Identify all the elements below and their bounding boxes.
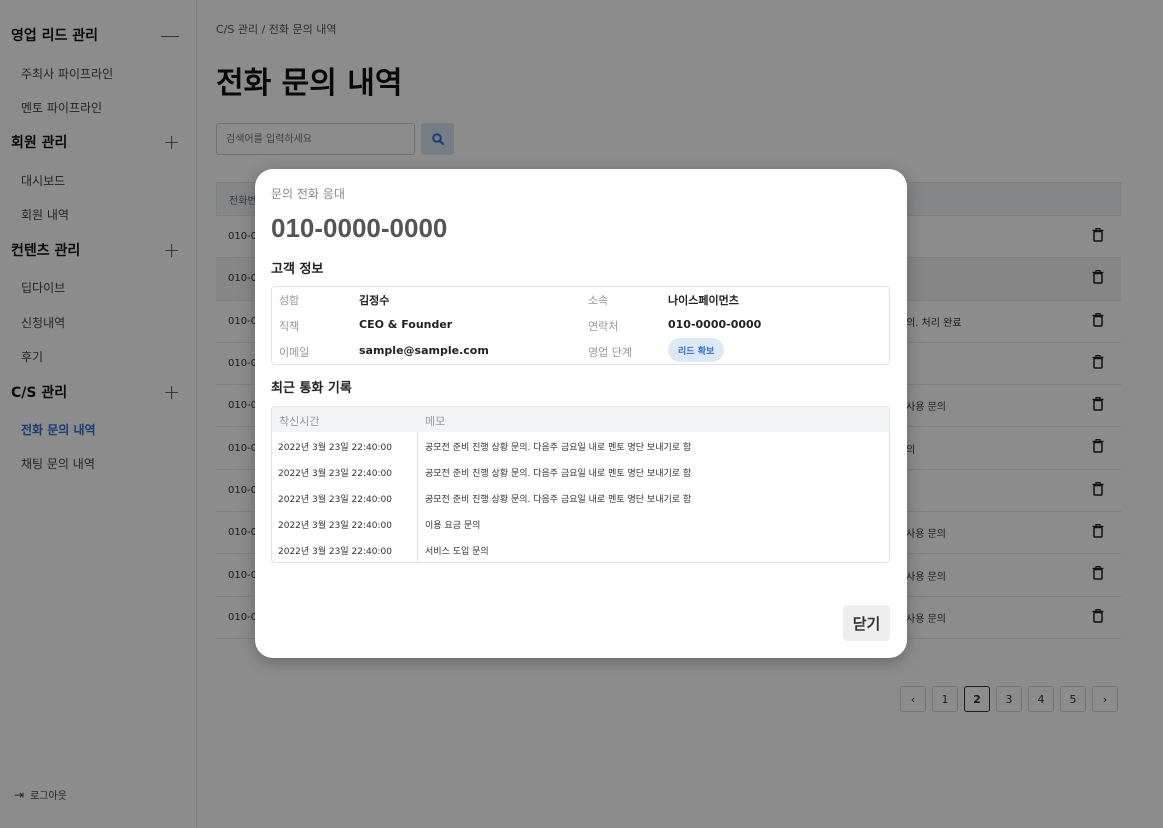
customer-info-heading: 고객 정보 <box>271 262 324 277</box>
call-time: 2022년 3월 23일 22:40:00 <box>278 547 392 557</box>
recent-calls-table: 착신시간 메모 2022년 3월 23일 22:40:00 공모전 준비 진행 상… <box>271 406 890 563</box>
position-label: 직책 <box>279 320 300 333</box>
call-memo: 공모전 준비 진행 상황 문의. 다음주 금요일 내로 멘토 명단 보내기로 함 <box>425 443 692 453</box>
call-memo: 이용 요금 문의 <box>425 521 481 531</box>
close-button[interactable]: 닫기 <box>843 605 890 641</box>
stage-label: 영업 단계 <box>588 346 632 359</box>
call-memo: 공모전 준비 진행 상황 문의. 다음주 금요일 내로 멘토 명단 보내기로 함 <box>425 495 692 505</box>
call-row: 2022년 3월 23일 22:40:00 공모전 준비 진행 상황 문의. 다음… <box>272 432 889 458</box>
contact-label: 연락처 <box>588 320 619 333</box>
email-value: sample@sample.com <box>359 344 489 357</box>
email-label: 이메일 <box>279 346 310 359</box>
call-memo: 공모전 준비 진행 상황 문의. 다음주 금요일 내로 멘토 명단 보내기로 함 <box>425 469 692 479</box>
name-value: 김정수 <box>359 294 390 307</box>
modal-subtitle: 문의 전화 응대 <box>271 187 345 201</box>
call-row: 2022년 3월 23일 22:40:00 이용 요금 문의 <box>272 510 889 536</box>
call-time: 2022년 3월 23일 22:40:00 <box>278 443 392 453</box>
call-time: 2022년 3월 23일 22:40:00 <box>278 521 392 531</box>
org-value: 나이스페이먼츠 <box>668 294 739 307</box>
customer-info-table: 성함 김정수 소속 나이스페이먼츠 직책 CEO & Founder 연락처 0… <box>271 286 890 365</box>
call-row: 2022년 3월 23일 22:40:00 서비스 도입 문의 <box>272 536 889 562</box>
call-time: 2022년 3월 23일 22:40:00 <box>278 495 392 505</box>
name-label: 성함 <box>279 294 300 307</box>
contact-value: 010-0000-0000 <box>668 318 762 331</box>
call-memo: 서비스 도입 문의 <box>425 547 489 557</box>
column-header-time: 착신시간 <box>279 415 320 428</box>
column-header-memo: 메모 <box>425 415 446 428</box>
position-value: CEO & Founder <box>359 318 453 331</box>
call-row: 2022년 3월 23일 22:40:00 공모전 준비 진행 상황 문의. 다음… <box>272 484 889 510</box>
calls-table-header: 착신시간 메모 <box>272 407 889 432</box>
recent-calls-heading: 최근 통화 기록 <box>271 381 352 396</box>
call-time: 2022년 3월 23일 22:40:00 <box>278 469 392 479</box>
call-row: 2022년 3월 23일 22:40:00 공모전 준비 진행 상황 문의. 다음… <box>272 458 889 484</box>
stage-badge: 리드 확보 <box>668 338 725 362</box>
modal-phone-number: 010-0000-0000 <box>271 213 448 243</box>
phone-inquiry-modal: 문의 전화 응대 010-0000-0000 고객 정보 성함 김정수 소속 나… <box>255 169 907 658</box>
org-label: 소속 <box>588 294 609 307</box>
